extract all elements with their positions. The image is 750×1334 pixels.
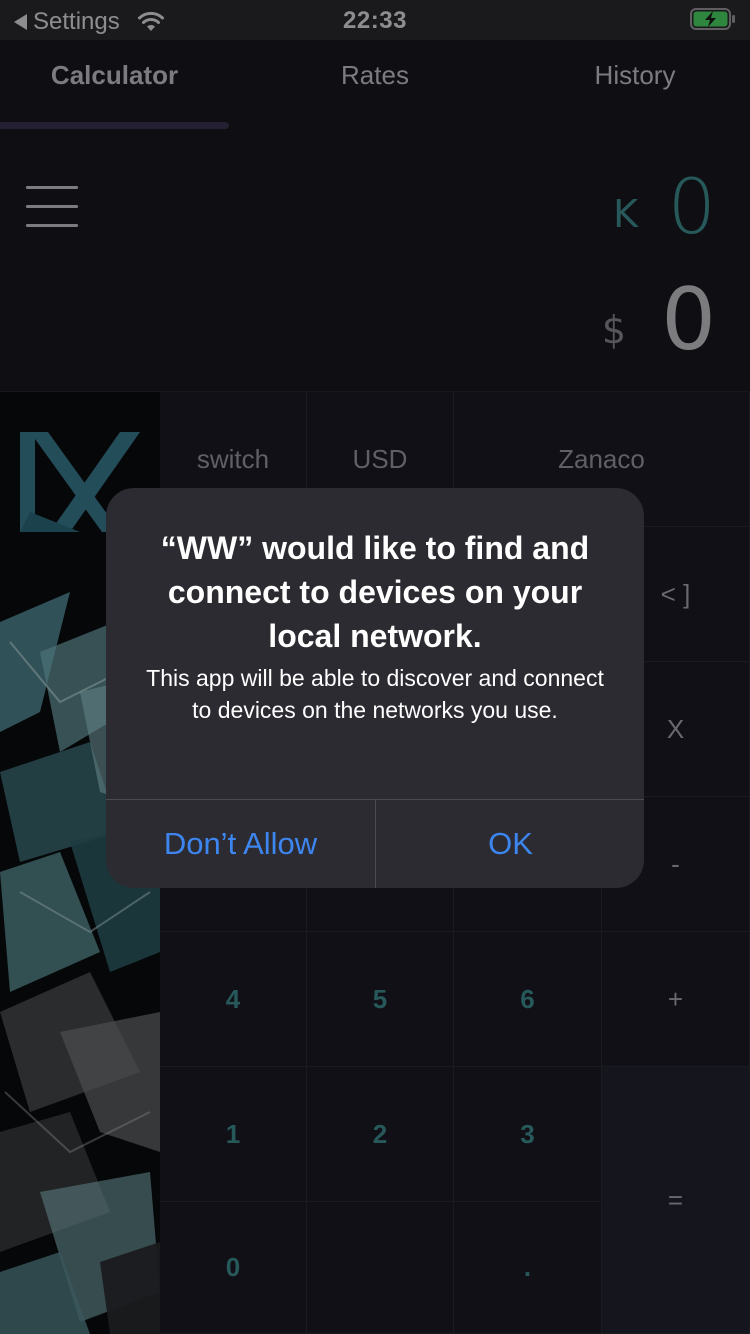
local-network-permission-dialog: “WW” would like to find and connect to d… bbox=[106, 488, 644, 888]
dont-allow-button[interactable]: Don’t Allow bbox=[106, 800, 375, 888]
ok-button[interactable]: OK bbox=[376, 800, 644, 888]
dialog-title: “WW” would like to find and connect to d… bbox=[160, 530, 590, 654]
dialog-message: This app will be able to discover and co… bbox=[146, 665, 604, 723]
app-screen: Settings 22:33 Calculator Rates History … bbox=[0, 0, 750, 1334]
